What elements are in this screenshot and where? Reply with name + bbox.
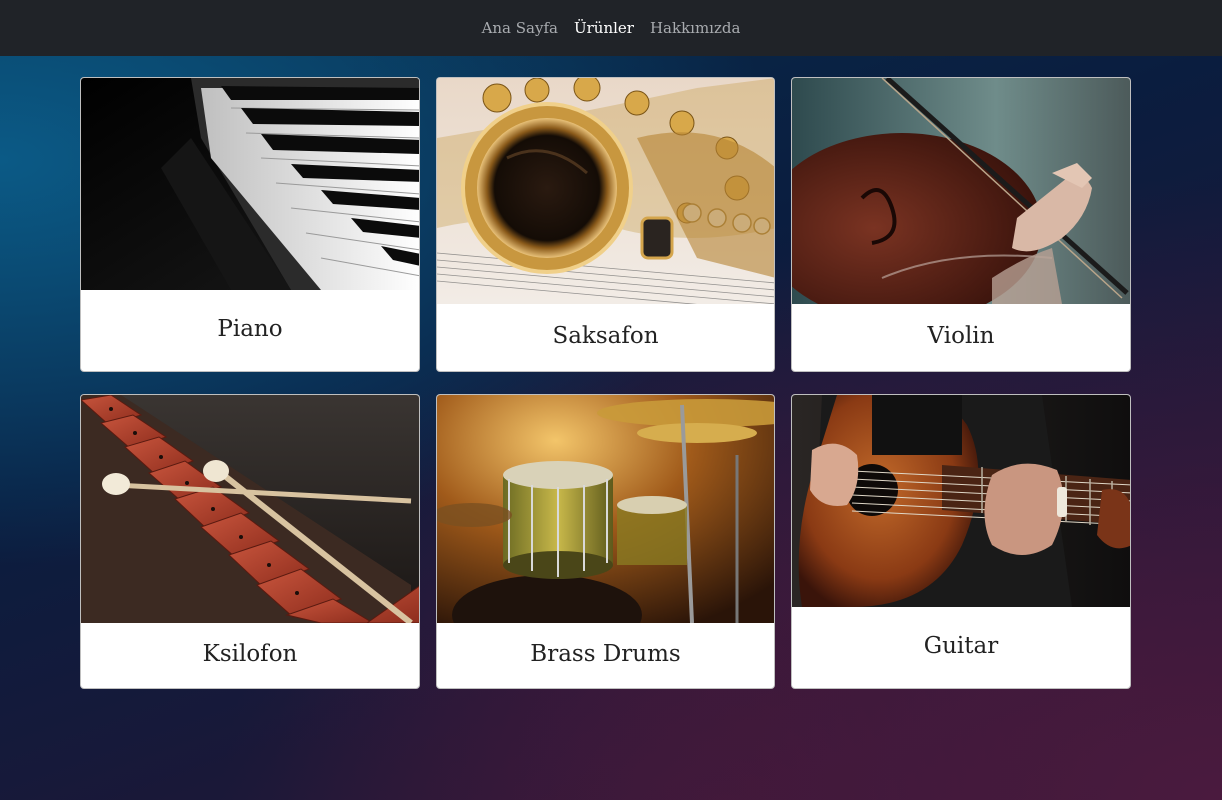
product-card-drums[interactable]: Brass Drums [436, 394, 775, 689]
product-title: Saksafon [552, 322, 659, 349]
nav-link-home[interactable]: Ana Sayfa [482, 19, 558, 37]
product-card-piano[interactable]: Piano [80, 77, 420, 372]
piano-image [81, 78, 419, 290]
product-grid: Piano Saksafon Violin Ksilofon Brass Dru… [80, 77, 1131, 689]
top-navbar: Ana Sayfa Ürünler Hakkımızda [0, 0, 1222, 56]
product-title: Piano [217, 315, 283, 342]
product-card-saxophone[interactable]: Saksafon [436, 77, 775, 372]
saxophone-image [437, 78, 774, 304]
violin-image [792, 78, 1130, 304]
product-card-xylophone[interactable]: Ksilofon [80, 394, 420, 689]
drum-kit-image [437, 395, 774, 623]
product-title: Ksilofon [202, 640, 298, 667]
nav-link-about[interactable]: Hakkımızda [650, 19, 740, 37]
product-card-violin[interactable]: Violin [791, 77, 1131, 372]
product-title: Brass Drums [530, 640, 681, 667]
product-card-guitar[interactable]: Guitar [791, 394, 1131, 689]
guitar-image [792, 395, 1130, 607]
product-title: Guitar [923, 632, 999, 659]
product-title: Violin [927, 322, 995, 349]
xylophone-image [81, 395, 419, 623]
nav-link-products[interactable]: Ürünler [574, 19, 634, 37]
